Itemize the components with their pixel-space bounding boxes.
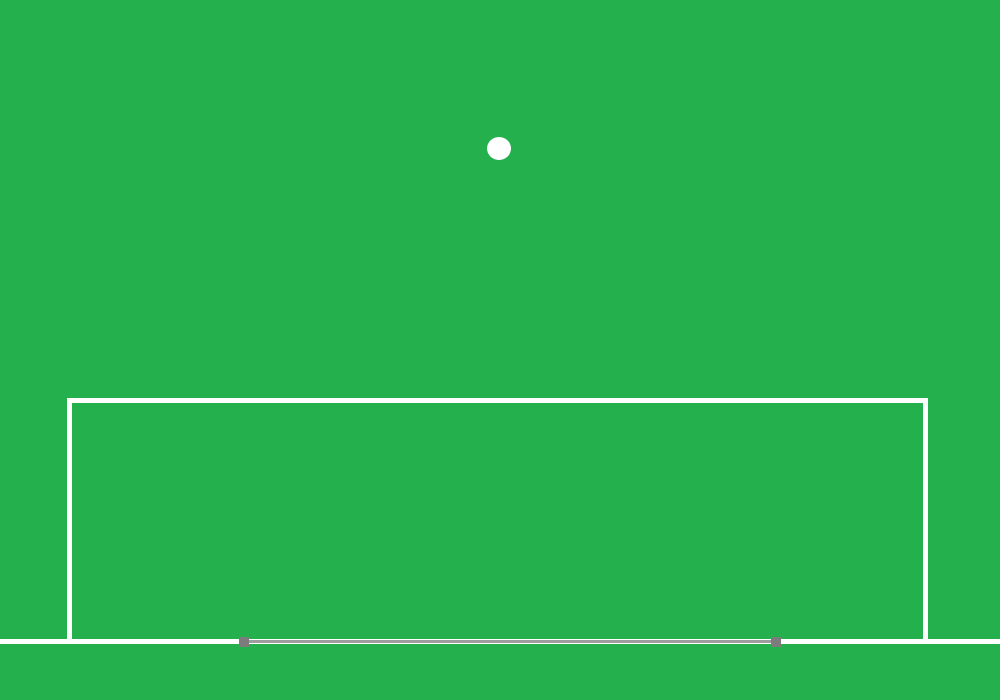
goal-crossbar xyxy=(246,640,776,643)
penalty-box xyxy=(67,398,928,642)
left-goal-post xyxy=(239,637,249,647)
pitch[interactable] xyxy=(0,0,1000,700)
right-goal-post xyxy=(771,637,781,647)
ball[interactable] xyxy=(487,137,511,160)
